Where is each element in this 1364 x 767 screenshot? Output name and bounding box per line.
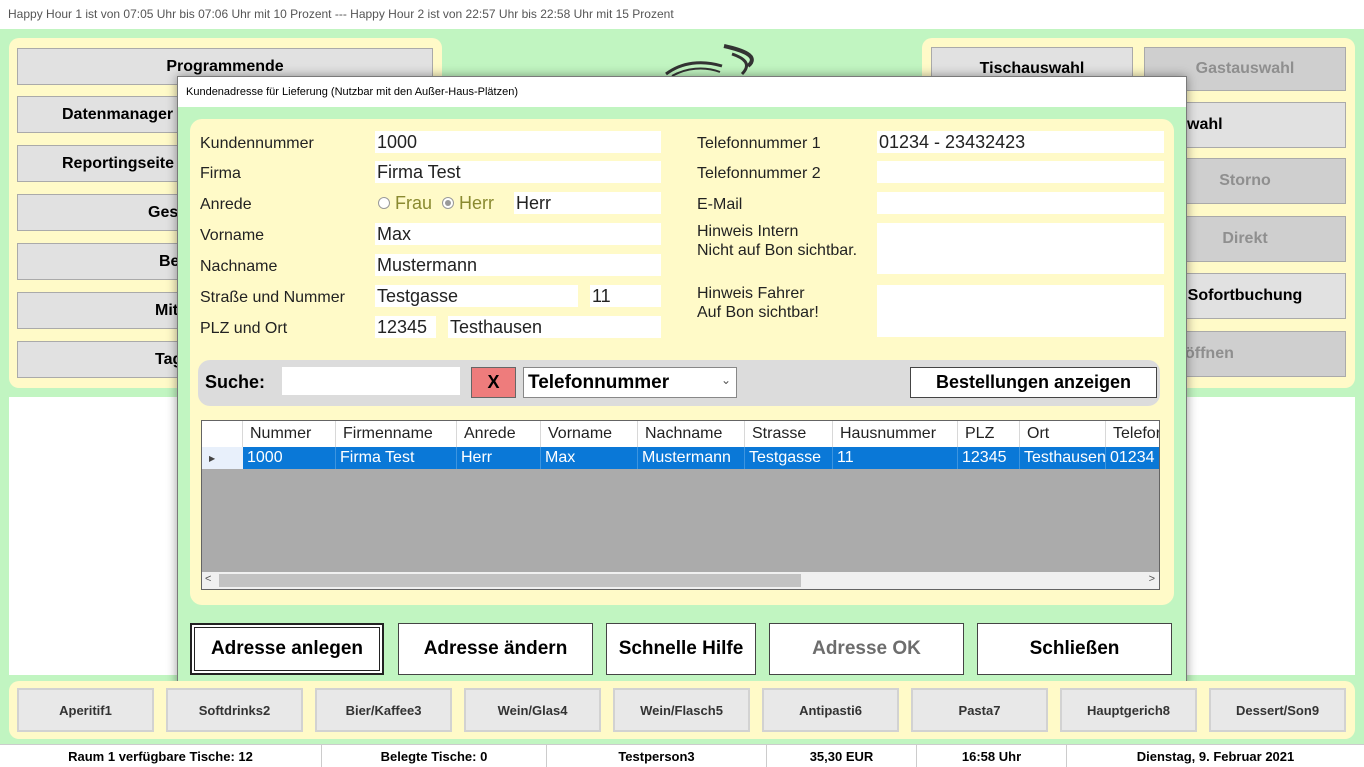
hinweis-intern-field[interactable] (877, 223, 1164, 274)
clear-search-button[interactable]: X (471, 367, 516, 398)
nachname-field[interactable]: Mustermann (375, 254, 661, 276)
schnelle-hilfe-button[interactable]: Schnelle Hilfe (606, 623, 756, 675)
schliessen-button[interactable]: Schließen (977, 623, 1172, 675)
radio-herr[interactable]: Herr (442, 193, 494, 214)
grid-header-firmenname[interactable]: Firmenname (336, 421, 457, 447)
grid-header-ort[interactable]: Ort (1020, 421, 1106, 447)
grid-cell-firmenname[interactable]: Firma Test (336, 447, 457, 469)
adresse-aendern-button[interactable]: Adresse ändern (398, 623, 593, 675)
ort-field[interactable]: Testhausen (448, 316, 661, 338)
anrede-field[interactable]: Herr (514, 192, 661, 214)
kundennummer-field[interactable]: 1000 (375, 131, 661, 153)
category-antipasti[interactable]: Antipasti6 (762, 688, 899, 732)
telefon1-label: Telefonnummer 1 (697, 135, 821, 152)
email-label: E-Mail (697, 196, 743, 213)
firma-field[interactable]: Firma Test (375, 161, 661, 183)
plz-ort-label: PLZ und Ort (200, 320, 288, 337)
grid-cell-ort[interactable]: Testhausen (1020, 447, 1106, 469)
row-header-selected[interactable]: ▶ (202, 447, 243, 469)
status-datum: Dienstag, 9. Februar 2021 (1136, 748, 1295, 764)
chevron-down-icon: ⌄ (720, 373, 731, 387)
vorname-label: Vorname (200, 227, 265, 244)
radio-dot-icon (442, 197, 455, 209)
category-aperitif[interactable]: Aperitif1 (17, 688, 154, 732)
grid-header-nachname[interactable]: Nachname (638, 421, 745, 447)
anrede-label: Anrede (200, 196, 252, 213)
search-label: Suche: (205, 372, 266, 392)
scrollbar-thumb[interactable] (219, 574, 801, 587)
grid-cell-plz[interactable]: 12345 (958, 447, 1020, 469)
hinweis-intern-line1: Hinweis Intern (697, 223, 799, 240)
category-wein-flasche[interactable]: Wein/Flasch5 (613, 688, 750, 732)
category-pasta[interactable]: Pasta7 (911, 688, 1048, 732)
status-raum: Raum 1 verfügbare Tische: 12 (0, 745, 322, 767)
category-softdrinks[interactable]: Softdrinks2 (166, 688, 303, 732)
firma-label: Firma (200, 165, 241, 182)
grid-header-vorname[interactable]: Vorname (541, 421, 638, 447)
status-person: Testperson3 (547, 745, 767, 767)
show-orders-button[interactable]: Bestellungen anzeigen (910, 367, 1157, 398)
grid-cell-nummer[interactable]: 1000 (243, 447, 336, 469)
radio-circle-icon (378, 197, 390, 209)
scroll-left-icon[interactable]: < (205, 573, 211, 585)
category-wein-glas[interactable]: Wein/Glas4 (464, 688, 601, 732)
search-input[interactable] (282, 367, 460, 395)
strasse-field[interactable]: Testgasse (375, 285, 578, 307)
hinweis-fahrer-field[interactable] (877, 285, 1164, 337)
plz-field[interactable]: 12345 (375, 316, 436, 338)
hinweis-fahrer-line1: Hinweis Fahrer (697, 285, 805, 302)
grid-cell-vorname[interactable]: Max (541, 447, 638, 469)
nachname-label: Nachname (200, 258, 278, 275)
search-field-value: Telefonnummer (528, 371, 670, 393)
grid-cell-telefon[interactable]: 01234 (1106, 447, 1159, 469)
hinweis-intern-line2: Nicht auf Bon sichtbar. (697, 242, 858, 259)
grid-header-telefon[interactable]: Telefor (1106, 421, 1159, 447)
grid-cell-nachname[interactable]: Mustermann (638, 447, 745, 469)
customer-address-dialog: Kundenadresse für Lieferung (Nutzbar mit… (177, 76, 1187, 688)
search-field-select[interactable]: Telefonnummer ⌄ (523, 367, 737, 398)
kundennummer-label: Kundennummer (200, 135, 314, 152)
telefon1-field[interactable]: 01234 - 23432423 (877, 131, 1164, 153)
radio-frau-label: Frau (395, 192, 433, 213)
radio-frau[interactable]: Frau (378, 193, 432, 214)
scroll-right-icon[interactable]: > (1149, 573, 1155, 585)
dialog-title: Kundenadresse für Lieferung (Nutzbar mit… (178, 77, 1186, 107)
adresse-anlegen-button[interactable]: Adresse anlegen (190, 623, 384, 675)
vorname-field[interactable]: Max (375, 223, 661, 245)
status-belegt: Belegte Tische: 0 (322, 745, 547, 767)
status-uhrzeit: 16:58 Uhr (917, 745, 1067, 767)
category-hauptgericht[interactable]: Hauptgerich8 (1060, 688, 1197, 732)
grid-cell-hausnummer[interactable]: 11 (833, 447, 958, 469)
hinweis-fahrer-label: Hinweis Fahrer Auf Bon sichtbar! (697, 284, 819, 322)
hinweis-fahrer-line2: Auf Bon sichtbar! (697, 304, 819, 321)
hinweis-intern-label: Hinweis Intern Nicht auf Bon sichtbar. (697, 222, 857, 260)
happy-hour-ticker: Happy Hour 1 ist von 07:05 Uhr bis 07:06… (0, 0, 1364, 29)
hausnummer-field[interactable]: 11 (590, 285, 661, 307)
row-pointer-icon: ▶ (209, 453, 216, 463)
grid-cell-strasse[interactable]: Testgasse (745, 447, 833, 469)
adresse-ok-button[interactable]: Adresse OK (769, 623, 964, 675)
grid-header-plz[interactable]: PLZ (958, 421, 1020, 447)
address-form-panel: Kundennummer Firma Anrede Vorname Nachna… (190, 119, 1174, 605)
status-bar: Raum 1 verfügbare Tische: 12 Belegte Tis… (0, 744, 1364, 767)
category-bier-kaffee[interactable]: Bier/Kaffee3 (315, 688, 452, 732)
anrede-radio-group: Frau Herr (378, 192, 494, 214)
telefon2-field[interactable] (877, 161, 1164, 183)
grid-header-strasse[interactable]: Strasse (745, 421, 833, 447)
strasse-label: Straße und Nummer (200, 289, 345, 306)
category-dessert[interactable]: Dessert/Son9 (1209, 688, 1346, 732)
horizontal-scrollbar[interactable]: < > (202, 572, 1159, 589)
radio-herr-label: Herr (459, 192, 495, 213)
grid-header-anrede[interactable]: Anrede (457, 421, 541, 447)
telefon2-label: Telefonnummer 2 (697, 165, 821, 182)
customer-grid: ▶ Nummer Firmenname Anrede Vorname Nachn… (201, 420, 1160, 590)
grid-header-nummer[interactable]: Nummer (243, 421, 336, 447)
grid-header-hausnummer[interactable]: Hausnummer (833, 421, 958, 447)
grid-cell-anrede[interactable]: Herr (457, 447, 541, 469)
grid-corner (202, 421, 243, 447)
status-betrag: 35,30 EUR (767, 745, 917, 767)
email-field[interactable] (877, 192, 1164, 214)
search-bar: Suche: X Telefonnummer ⌄ Bestellungen an… (198, 360, 1160, 406)
restaurant-logo (665, 44, 754, 76)
